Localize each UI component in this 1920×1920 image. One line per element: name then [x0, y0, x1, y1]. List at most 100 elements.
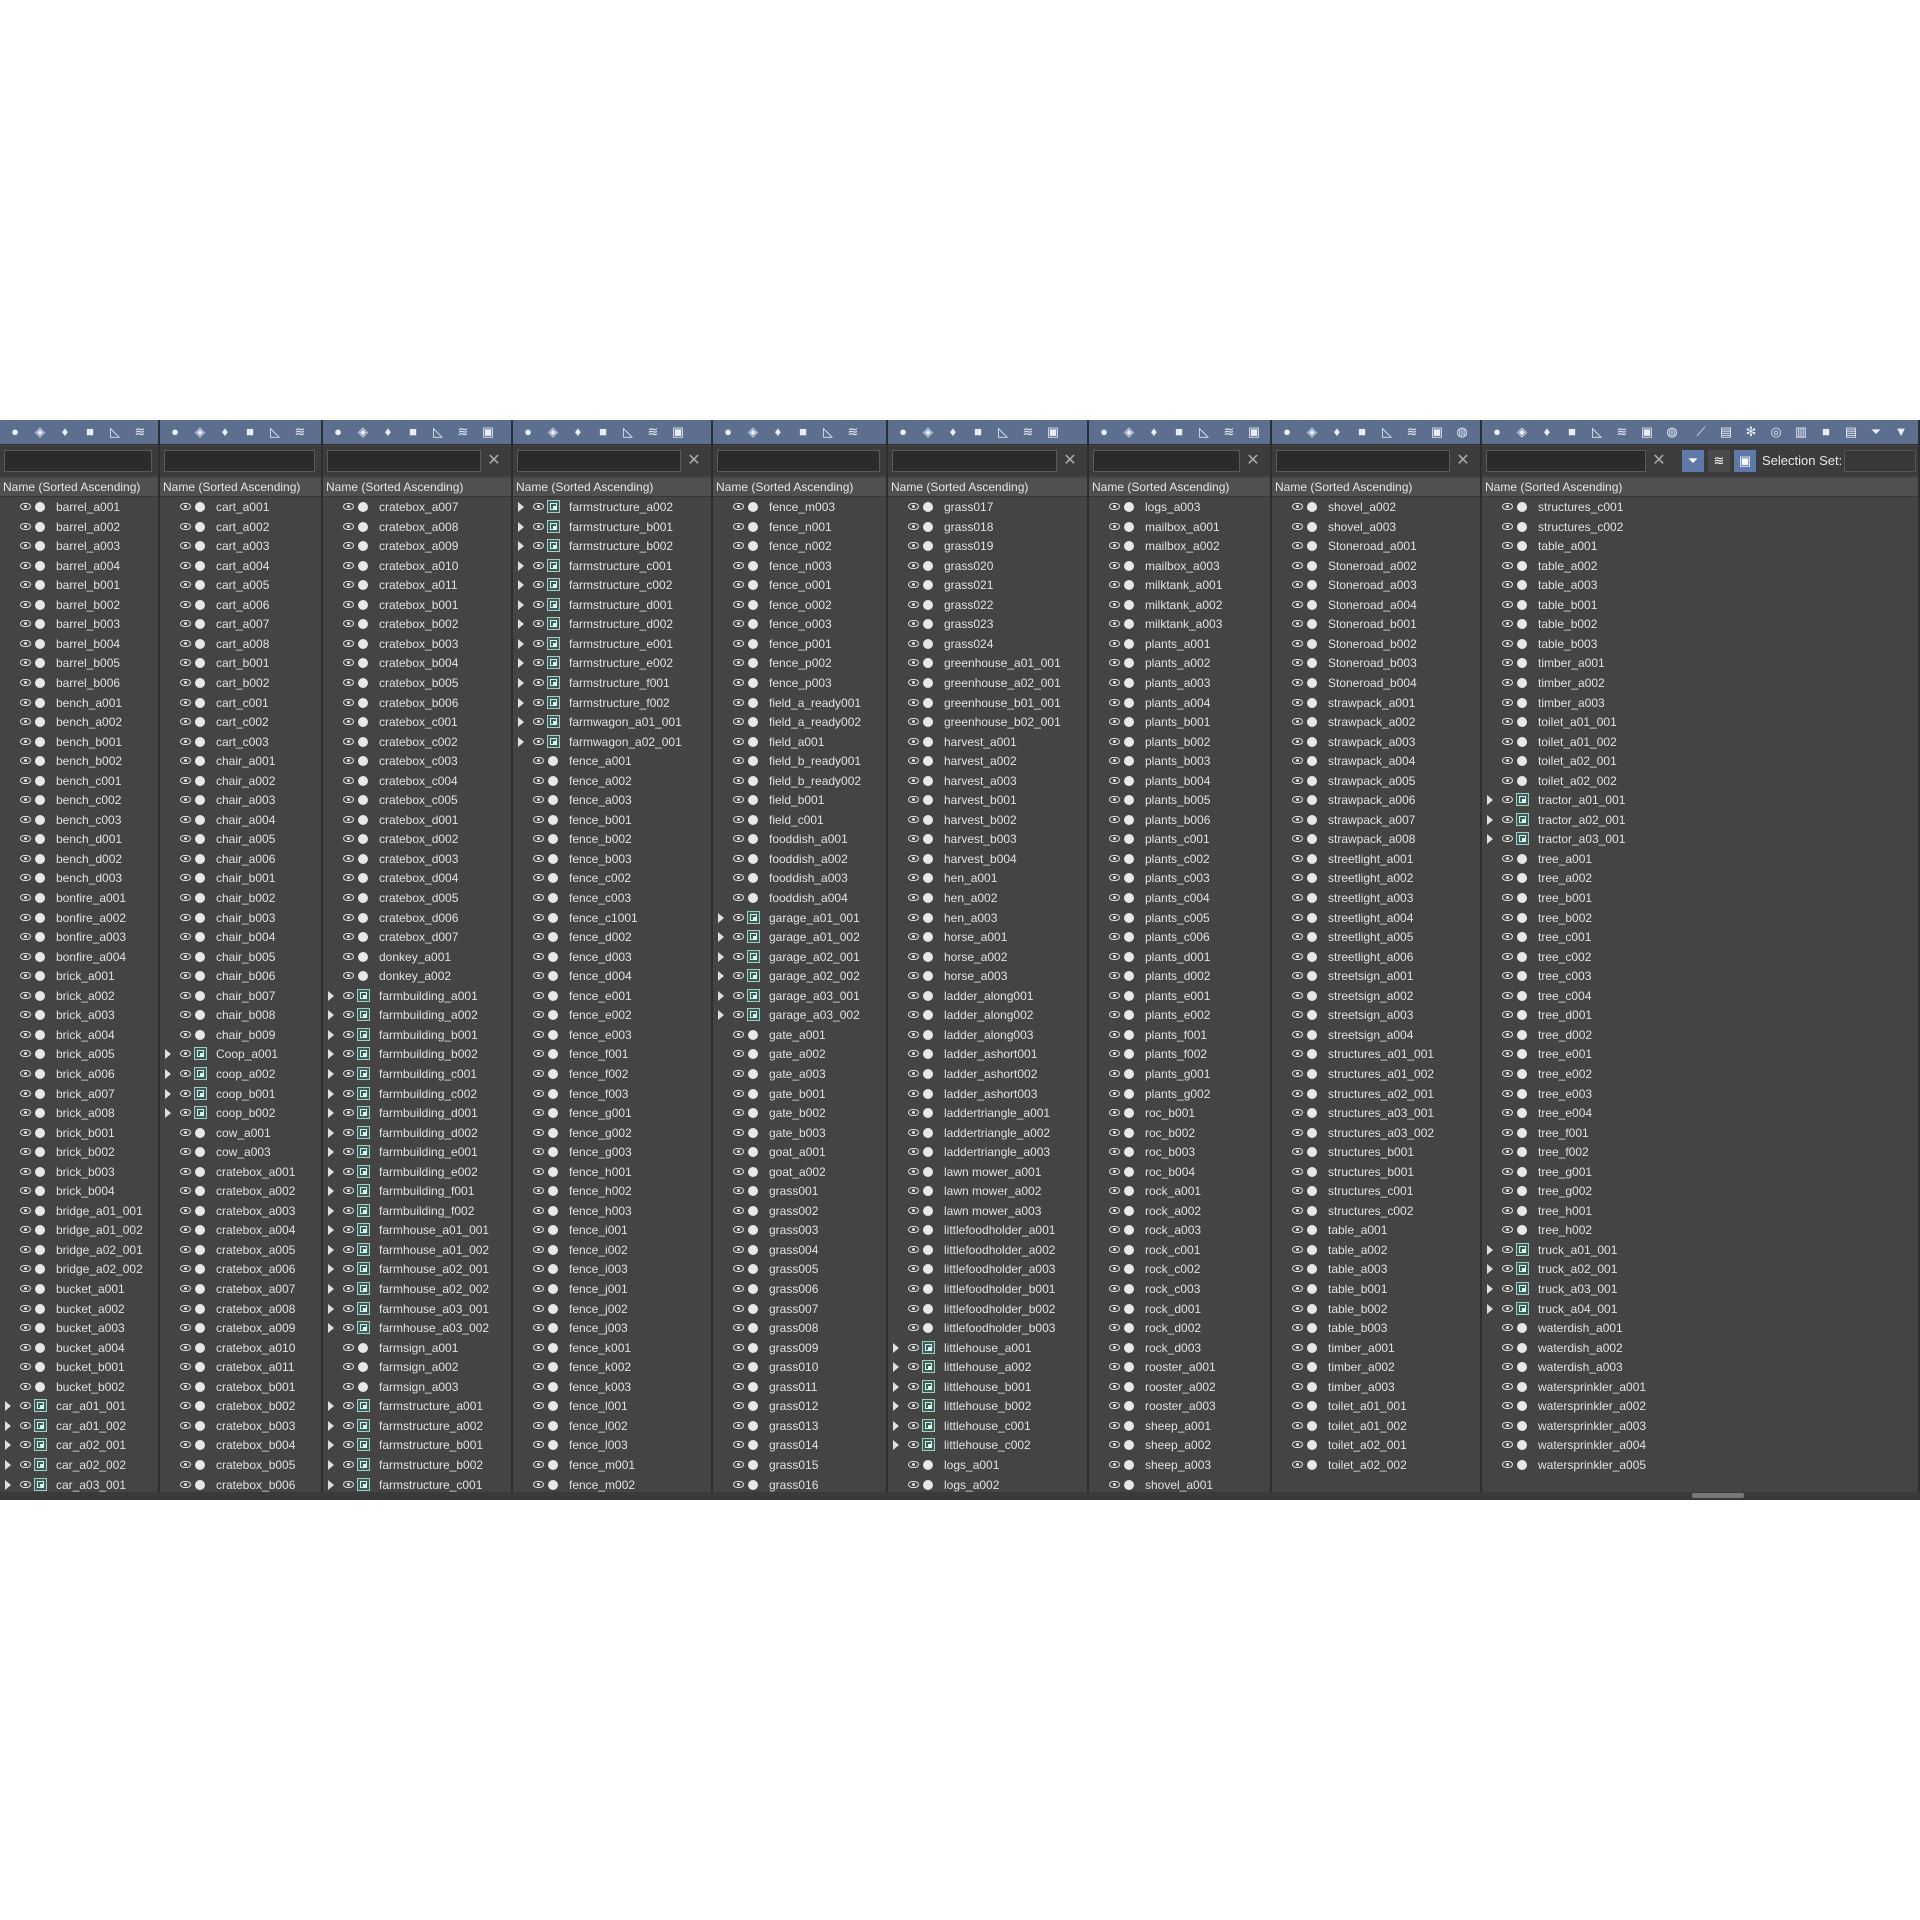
teapot-icon[interactable]: ◈ — [1303, 423, 1321, 441]
visibility-eye-icon[interactable] — [533, 776, 544, 784]
clear-search-icon[interactable]: ✕ — [485, 451, 503, 471]
list-item[interactable]: cratebox_b001 — [160, 1378, 321, 1398]
visibility-eye-icon[interactable] — [180, 1148, 191, 1156]
list-item[interactable]: brick_b003 — [0, 1163, 158, 1183]
expand-arrow-icon[interactable] — [328, 1303, 334, 1314]
visibility-eye-icon[interactable] — [1502, 1265, 1513, 1273]
visibility-eye-icon[interactable] — [20, 874, 31, 882]
list-item[interactable]: cratebox_a009 — [160, 1319, 321, 1339]
visibility-eye-icon[interactable] — [533, 639, 544, 647]
visibility-eye-icon[interactable] — [343, 659, 354, 667]
list-item[interactable]: gate_a002 — [713, 1045, 886, 1065]
expand-arrow-icon[interactable] — [718, 971, 724, 982]
list-item[interactable]: cratebox_a010 — [160, 1339, 321, 1359]
list-item[interactable]: timber_a003 — [1272, 1378, 1480, 1398]
visibility-eye-icon[interactable] — [343, 894, 354, 901]
list-item[interactable]: farmbuilding_f001 — [323, 1182, 511, 1202]
visibility-eye-icon[interactable] — [908, 1421, 919, 1429]
list-item[interactable]: fence_a003 — [513, 791, 711, 811]
visibility-eye-icon[interactable] — [1502, 757, 1513, 765]
list-item[interactable]: bench_b001 — [0, 733, 158, 753]
expand-arrow-icon[interactable] — [328, 1068, 334, 1079]
filter-funnel-icon[interactable]: ⏷ — [1867, 423, 1885, 441]
list-item[interactable]: tree_h001 — [1482, 1202, 1918, 1222]
visibility-eye-icon[interactable] — [1292, 1343, 1303, 1351]
visibility-eye-icon[interactable] — [908, 757, 919, 765]
visibility-eye-icon[interactable] — [533, 972, 544, 980]
list-item[interactable]: milktank_a002 — [1089, 596, 1270, 616]
light-bulb-icon[interactable]: ♦ — [944, 423, 962, 441]
visibility-eye-icon[interactable] — [180, 757, 191, 765]
visibility-eye-icon[interactable] — [1502, 933, 1513, 941]
visibility-eye-icon[interactable] — [1292, 639, 1303, 647]
visibility-eye-icon[interactable] — [20, 1304, 31, 1312]
list-item[interactable]: harvest_b003 — [888, 830, 1087, 850]
list-item[interactable]: cratebox_a010 — [323, 557, 511, 577]
spacewarp-icon[interactable]: ≋ — [291, 423, 309, 441]
list-item[interactable]: tree_h002 — [1482, 1221, 1918, 1241]
list-item[interactable]: fence_g002 — [513, 1124, 711, 1144]
list-item[interactable]: cratebox_a007 — [323, 498, 511, 518]
visibility-eye-icon[interactable] — [180, 1363, 191, 1371]
visibility-eye-icon[interactable] — [1109, 620, 1120, 628]
light-bulb-icon[interactable]: ♦ — [216, 423, 234, 441]
visibility-eye-icon[interactable] — [908, 698, 919, 706]
visibility-eye-icon[interactable] — [908, 972, 919, 980]
camera-icon[interactable]: ■ — [241, 423, 259, 441]
expand-arrow-icon[interactable] — [518, 638, 524, 649]
visibility-eye-icon[interactable] — [20, 1206, 31, 1214]
visibility-eye-icon[interactable] — [733, 952, 744, 960]
search-input[interactable] — [1093, 450, 1240, 472]
visibility-eye-icon[interactable] — [180, 737, 191, 745]
list-item[interactable]: tree_d001 — [1482, 1006, 1918, 1026]
visibility-eye-icon[interactable] — [1502, 1148, 1513, 1156]
visibility-eye-icon[interactable] — [1292, 1460, 1303, 1468]
visibility-eye-icon[interactable] — [908, 1050, 919, 1058]
list-item[interactable]: cratebox_a001 — [160, 1163, 321, 1183]
visibility-eye-icon[interactable] — [733, 874, 744, 882]
list-item[interactable]: farmstructure_b001 — [513, 518, 711, 538]
visibility-eye-icon[interactable] — [1109, 991, 1120, 999]
visibility-eye-icon[interactable] — [1109, 503, 1120, 510]
visibility-eye-icon[interactable] — [180, 1109, 191, 1117]
sphere-icon[interactable]: ● — [329, 423, 347, 441]
clear-search-icon[interactable]: ✕ — [685, 451, 703, 471]
visibility-eye-icon[interactable] — [1292, 972, 1303, 980]
list-item[interactable]: roc_b003 — [1089, 1143, 1270, 1163]
visibility-eye-icon[interactable] — [180, 718, 191, 726]
list-item[interactable]: fooddish_a002 — [713, 850, 886, 870]
list-item[interactable]: plants_b001 — [1089, 713, 1270, 733]
list-item[interactable]: bridge_a02_001 — [0, 1241, 158, 1261]
visibility-eye-icon[interactable] — [1292, 1421, 1303, 1429]
list-item[interactable]: tree_e003 — [1482, 1085, 1918, 1105]
visibility-eye-icon[interactable] — [733, 1030, 744, 1038]
visibility-eye-icon[interactable] — [180, 835, 191, 843]
visibility-eye-icon[interactable] — [20, 1421, 31, 1429]
visibility-eye-icon[interactable] — [533, 503, 544, 510]
sphere-icon[interactable]: ● — [894, 423, 912, 441]
visibility-eye-icon[interactable] — [20, 1226, 31, 1234]
list-item[interactable]: fence_m001 — [513, 1456, 711, 1476]
light-bulb-icon[interactable]: ♦ — [56, 423, 74, 441]
list-item[interactable]: strawpack_a002 — [1272, 713, 1480, 733]
list-item[interactable]: Coop_a001 — [160, 1045, 321, 1065]
list-item[interactable]: tree_g002 — [1482, 1182, 1918, 1202]
list-item[interactable]: sheep_a002 — [1089, 1436, 1270, 1456]
visibility-eye-icon[interactable] — [908, 1265, 919, 1273]
visibility-eye-icon[interactable] — [533, 600, 544, 608]
list-item[interactable]: car_a02_001 — [0, 1436, 158, 1456]
list-item[interactable]: littlefoodholder_b003 — [888, 1319, 1087, 1339]
visibility-eye-icon[interactable] — [180, 1128, 191, 1136]
visibility-eye-icon[interactable] — [1292, 815, 1303, 823]
list-item[interactable]: fence_b003 — [513, 850, 711, 870]
visibility-eye-icon[interactable] — [343, 1167, 354, 1175]
expand-arrow-icon[interactable] — [1487, 1284, 1493, 1294]
list-item[interactable]: chair_b003 — [160, 909, 321, 929]
list-item[interactable]: garage_a03_001 — [713, 987, 886, 1007]
visibility-eye-icon[interactable] — [533, 815, 544, 823]
teapot-icon[interactable]: ◈ — [1120, 423, 1138, 441]
list-item[interactable]: chair_a006 — [160, 850, 321, 870]
visibility-eye-icon[interactable] — [1502, 776, 1513, 784]
helper-icon[interactable]: ◺ — [266, 423, 284, 441]
visibility-eye-icon[interactable] — [343, 561, 354, 569]
